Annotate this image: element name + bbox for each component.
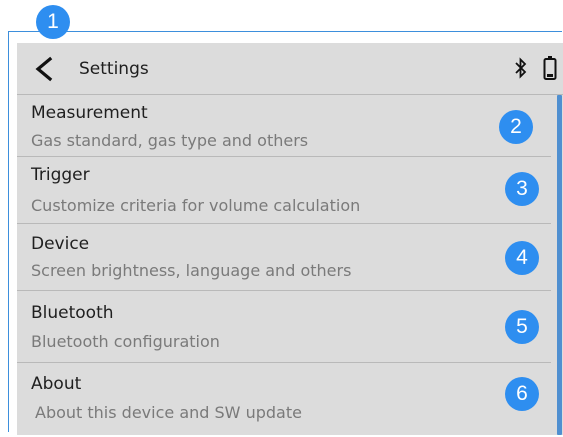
menu-item-subtitle: About this device and SW update: [35, 403, 302, 422]
header-bar: Settings: [17, 43, 563, 95]
callout-badge-3: 3: [505, 172, 539, 206]
callout-badge-4: 4: [505, 241, 539, 275]
callout-badge-6: 6: [505, 377, 539, 411]
page-title: Settings: [79, 59, 149, 79]
scrollbar[interactable]: [557, 95, 562, 435]
menu-item-bluetooth[interactable]: Bluetooth Bluetooth configuration: [17, 291, 551, 363]
menu-item-device[interactable]: Device Screen brightness, language and o…: [17, 224, 551, 291]
menu-item-label: Trigger: [31, 165, 90, 185]
callout-badge-5: 5: [505, 310, 539, 344]
menu-item-subtitle: Customize criteria for volume calculatio…: [31, 196, 361, 215]
chevron-left-icon[interactable]: [31, 56, 57, 82]
bluetooth-icon: [515, 57, 527, 79]
menu-item-label: About: [31, 374, 82, 394]
menu-item-label: Device: [31, 234, 90, 254]
menu-item-subtitle: Screen brightness, language and others: [31, 261, 352, 280]
callout-badge-2: 2: [499, 110, 533, 144]
battery-icon: [543, 56, 557, 80]
menu-item-about[interactable]: About About this device and SW update: [17, 363, 551, 435]
menu-item-subtitle: Gas standard, gas type and others: [31, 131, 309, 150]
menu-item-label: Measurement: [31, 103, 148, 123]
menu-item-label: Bluetooth: [31, 303, 114, 323]
callout-badge-1: 1: [36, 5, 70, 39]
menu-item-subtitle: Bluetooth configuration: [31, 332, 220, 351]
settings-screen: Settings Measurement Gas standard, gas t…: [17, 43, 563, 435]
menu-item-trigger[interactable]: Trigger Customize criteria for volume ca…: [17, 157, 551, 224]
menu-item-measurement[interactable]: Measurement Gas standard, gas type and o…: [17, 95, 551, 157]
